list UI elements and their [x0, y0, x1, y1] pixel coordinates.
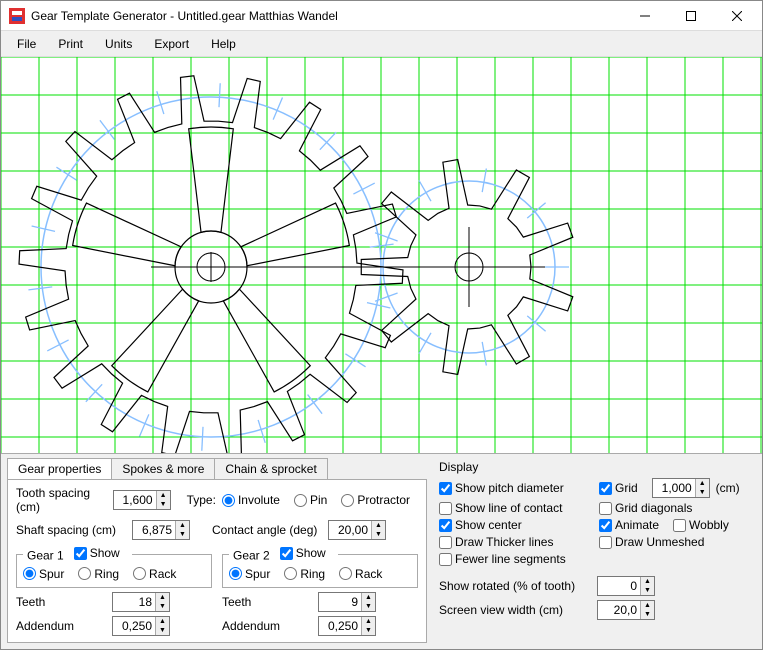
view-width-input[interactable]: ▲▼ [597, 600, 655, 620]
grid-checkbox[interactable]: Grid [599, 481, 638, 495]
spin-down-icon[interactable]: ▼ [157, 500, 170, 509]
close-button[interactable] [714, 2, 760, 30]
tab-spokes[interactable]: Spokes & more [111, 458, 215, 479]
gear2-teeth-label: Teeth [222, 595, 312, 609]
show-pitch-checkbox[interactable]: Show pitch diameter [439, 478, 591, 498]
shaft-spacing-input[interactable]: ▲▼ [132, 520, 190, 540]
contact-angle-label: Contact angle (deg) [212, 523, 322, 537]
gear1-spur-radio[interactable]: Spur [23, 567, 64, 581]
gear1-addendum-label: Addendum [16, 619, 106, 633]
gear1-teeth-label: Teeth [16, 595, 106, 609]
grid-unit: (cm) [716, 481, 740, 495]
left-pane: Gear properties Spokes & more Chain & sp… [7, 458, 427, 643]
minimize-button[interactable] [622, 2, 668, 30]
tab-body-gear-properties: Tooth spacing (cm) ▲▼ Type: Involute Pin… [7, 479, 427, 643]
menubar: File Print Units Export Help [1, 31, 762, 57]
display-pane: Display Show pitch diameter Grid ▲▼ (cm)… [435, 458, 756, 643]
type-label: Type: [187, 493, 216, 507]
maximize-button[interactable] [668, 2, 714, 30]
menu-units[interactable]: Units [95, 34, 142, 54]
unmeshed-checkbox[interactable]: Draw Unmeshed [599, 535, 744, 549]
line-contact-checkbox[interactable]: Show line of contact [439, 501, 591, 515]
gear1-rack-radio[interactable]: Rack [133, 567, 176, 581]
menu-file[interactable]: File [7, 34, 46, 54]
gear1-ring-radio[interactable]: Ring [78, 567, 119, 581]
grid-diag-checkbox[interactable]: Grid diagonals [599, 501, 744, 515]
tabs: Gear properties Spokes & more Chain & sp… [7, 458, 427, 479]
shaft-spacing-label: Shaft spacing (cm) [16, 523, 126, 537]
gear2-fieldset: Gear 2 Show Spur Ring Rack [222, 546, 418, 588]
show-rotated-input[interactable]: ▲▼ [597, 576, 655, 596]
tab-gear-properties[interactable]: Gear properties [7, 458, 112, 479]
app-window: Gear Template Generator - Untitled.gear … [0, 0, 763, 650]
gear1-addendum-input[interactable]: ▲▼ [112, 616, 170, 636]
gear2-addendum-label: Addendum [222, 619, 312, 633]
type-involute-radio[interactable]: Involute [222, 493, 280, 507]
tooth-spacing-input[interactable]: ▲▼ [113, 490, 171, 510]
menu-export[interactable]: Export [144, 34, 199, 54]
shaft-spacing-value[interactable] [133, 521, 175, 539]
gear2-ring-radio[interactable]: Ring [284, 567, 325, 581]
gear1-fieldset: Gear 1 Show Spur Ring Rack [16, 546, 212, 588]
titlebar: Gear Template Generator - Untitled.gear … [1, 1, 762, 31]
app-icon [9, 8, 25, 24]
gear1-show-checkbox[interactable]: Show [74, 546, 120, 560]
bottom-panel: Gear properties Spokes & more Chain & sp… [1, 453, 762, 649]
wobbly-checkbox[interactable]: Wobbly [673, 518, 729, 532]
fewer-segments-checkbox[interactable]: Fewer line segments [439, 552, 591, 566]
gear2-spur-radio[interactable]: Spur [229, 567, 270, 581]
menu-help[interactable]: Help [201, 34, 246, 54]
gear2-addendum-input[interactable]: ▲▼ [318, 616, 376, 636]
gear-canvas[interactable] [1, 57, 762, 453]
tab-chain[interactable]: Chain & sprocket [214, 458, 327, 479]
contact-angle-value[interactable] [329, 521, 371, 539]
gear2-rack-radio[interactable]: Rack [339, 567, 382, 581]
spin-up-icon[interactable]: ▲ [157, 491, 170, 500]
tooth-spacing-value[interactable] [114, 491, 156, 509]
gear2-legend: Gear 2 [233, 549, 270, 563]
gear2-show-checkbox[interactable]: Show [280, 546, 326, 560]
menu-print[interactable]: Print [48, 34, 93, 54]
gear2-teeth-input[interactable]: ▲▼ [318, 592, 376, 612]
contact-angle-input[interactable]: ▲▼ [328, 520, 386, 540]
view-width-label: Screen view width (cm) [439, 603, 589, 617]
animate-checkbox[interactable]: Animate [599, 518, 659, 532]
gear1-legend: Gear 1 [27, 549, 64, 563]
gear-drawing [1, 57, 762, 453]
show-rotated-label: Show rotated (% of tooth) [439, 579, 589, 593]
display-heading: Display [439, 460, 752, 474]
type-pin-radio[interactable]: Pin [294, 493, 327, 507]
thicker-checkbox[interactable]: Draw Thicker lines [439, 535, 591, 549]
tooth-spacing-label: Tooth spacing (cm) [16, 486, 107, 514]
grid-value-input[interactable]: ▲▼ [652, 478, 710, 498]
window-title: Gear Template Generator - Untitled.gear … [31, 9, 338, 23]
type-protractor-radio[interactable]: Protractor [341, 493, 410, 507]
show-center-checkbox[interactable]: Show center [439, 518, 591, 532]
gear1-teeth-input[interactable]: ▲▼ [112, 592, 170, 612]
